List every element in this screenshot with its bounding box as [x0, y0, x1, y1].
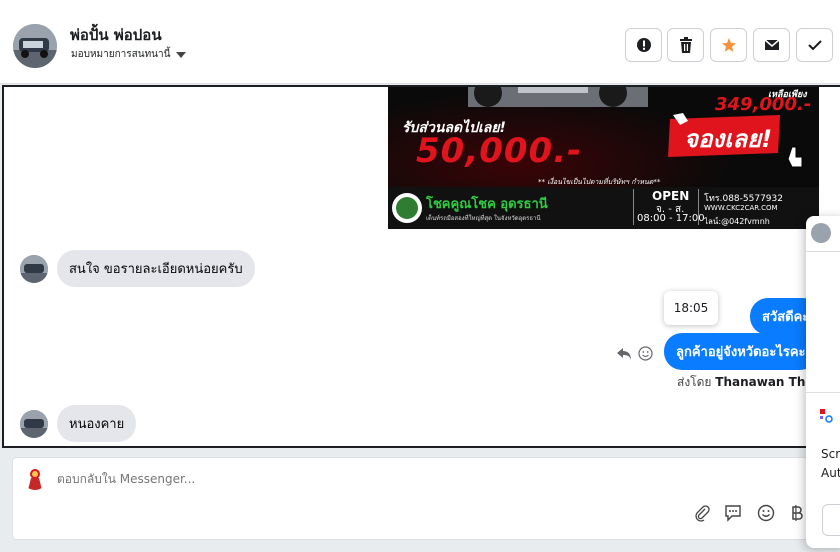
message-bubble-incoming[interactable]: สนใจ ขอรายละเอียดหน่อยครับ [57, 250, 255, 287]
banner-dealer-name: โชคคูณโชค อุดรธานี [426, 197, 548, 212]
trash-icon [679, 37, 692, 53]
caret-down-icon [176, 51, 187, 58]
baht-icon [792, 505, 803, 521]
message-thread[interactable]: เหลือเพียง 349,000.- รับส่วนลดไปเลย! 50,… [2, 85, 840, 448]
contact-avatar[interactable] [13, 24, 57, 68]
popup-text-line: Scr [821, 447, 840, 461]
message-bubble-outgoing[interactable]: ลูกค้าอยู่จังหวัดอะไรคะ [664, 333, 818, 370]
banner-discount-amount: 50,000.- [416, 131, 583, 171]
check-icon [807, 40, 822, 51]
banner-open-hours: 08:00 - 17:00 [637, 213, 705, 224]
message-row-incoming: หนองคาย [20, 405, 137, 442]
star-icon [721, 38, 736, 52]
page-avatar [23, 466, 47, 490]
banner-cta: จองเลย! [684, 125, 773, 153]
banner-line-id: ไลน์:@042fvmnh [704, 217, 770, 226]
conversation-header: พ่อปั้น พ่อปอน มอบหมายการสนทนานี้ [0, 0, 840, 84]
assign-label: มอบหมายการสนทนานี้ [71, 49, 171, 60]
inbox-conversation-view: พ่อปั้น พ่อปอน มอบหมายการสนทนานี้ เหลือเ… [0, 0, 840, 552]
reply-input[interactable] [57, 472, 657, 486]
banner-phone: โทร.088-5577932 [704, 194, 783, 204]
app-icon [820, 408, 834, 427]
payment-button[interactable] [786, 502, 808, 524]
floating-popup-panel[interactable]: Scr Aut [806, 216, 840, 548]
sender-avatar [20, 409, 48, 438]
sender-avatar [20, 254, 48, 283]
popup-action-button[interactable] [822, 504, 840, 536]
paperclip-icon [695, 505, 710, 522]
banner-dealer-tagline: เต็นท์รถมือสองที่ใหญ่ที่สุด ในจังหวัดอุด… [426, 215, 541, 222]
mark-unread-button[interactable] [753, 28, 790, 62]
message-bubble-incoming[interactable]: หนองคาย [57, 405, 137, 442]
assign-conversation-dropdown[interactable]: มอบหมายการสนทนานี้ [71, 47, 187, 62]
sent-by-label: ส่งโดย Thanawan Thon [677, 373, 822, 392]
message-timestamp-tooltip: 18:05 [664, 291, 718, 325]
emoji-icon [757, 504, 775, 522]
popup-divider [806, 392, 840, 393]
message-row-incoming: สนใจ ขอรายละเอียดหน่อยครับ [20, 250, 255, 287]
mark-done-button[interactable] [796, 28, 833, 62]
emoji-button[interactable] [755, 502, 777, 524]
banner-website: WWW.CKC2CAR.COM [704, 204, 778, 212]
delete-button[interactable] [667, 28, 704, 62]
popup-text-line: Aut [821, 466, 840, 480]
popup-divider [806, 251, 840, 252]
promo-banner-image[interactable]: เหลือเพียง 349,000.- รับส่วนลดไปเลย! 50,… [388, 87, 819, 229]
sent-by-prefix: ส่งโดย [677, 375, 712, 389]
mark-spam-button[interactable] [625, 28, 662, 62]
saved-reply-icon [725, 505, 741, 522]
star-button[interactable] [710, 28, 747, 62]
reply-icon[interactable] [616, 346, 632, 365]
react-emoji-icon[interactable] [638, 346, 653, 365]
saved-reply-button[interactable] [722, 502, 744, 524]
contact-name[interactable]: พ่อปั้น พ่อปอน [70, 23, 162, 47]
alert-circle-icon [636, 38, 651, 52]
banner-condition-note: ** เงื่อนไขเป็นไปตามที่บริษัทฯ กำหนด** [538, 178, 661, 186]
popup-avatar [811, 223, 831, 243]
reply-composer [12, 457, 840, 540]
banner-remaining-amount: 349,000.- [715, 94, 812, 115]
banner-open-label: OPEN [652, 189, 690, 203]
attach-button[interactable] [691, 502, 713, 524]
envelope-icon [764, 39, 779, 50]
